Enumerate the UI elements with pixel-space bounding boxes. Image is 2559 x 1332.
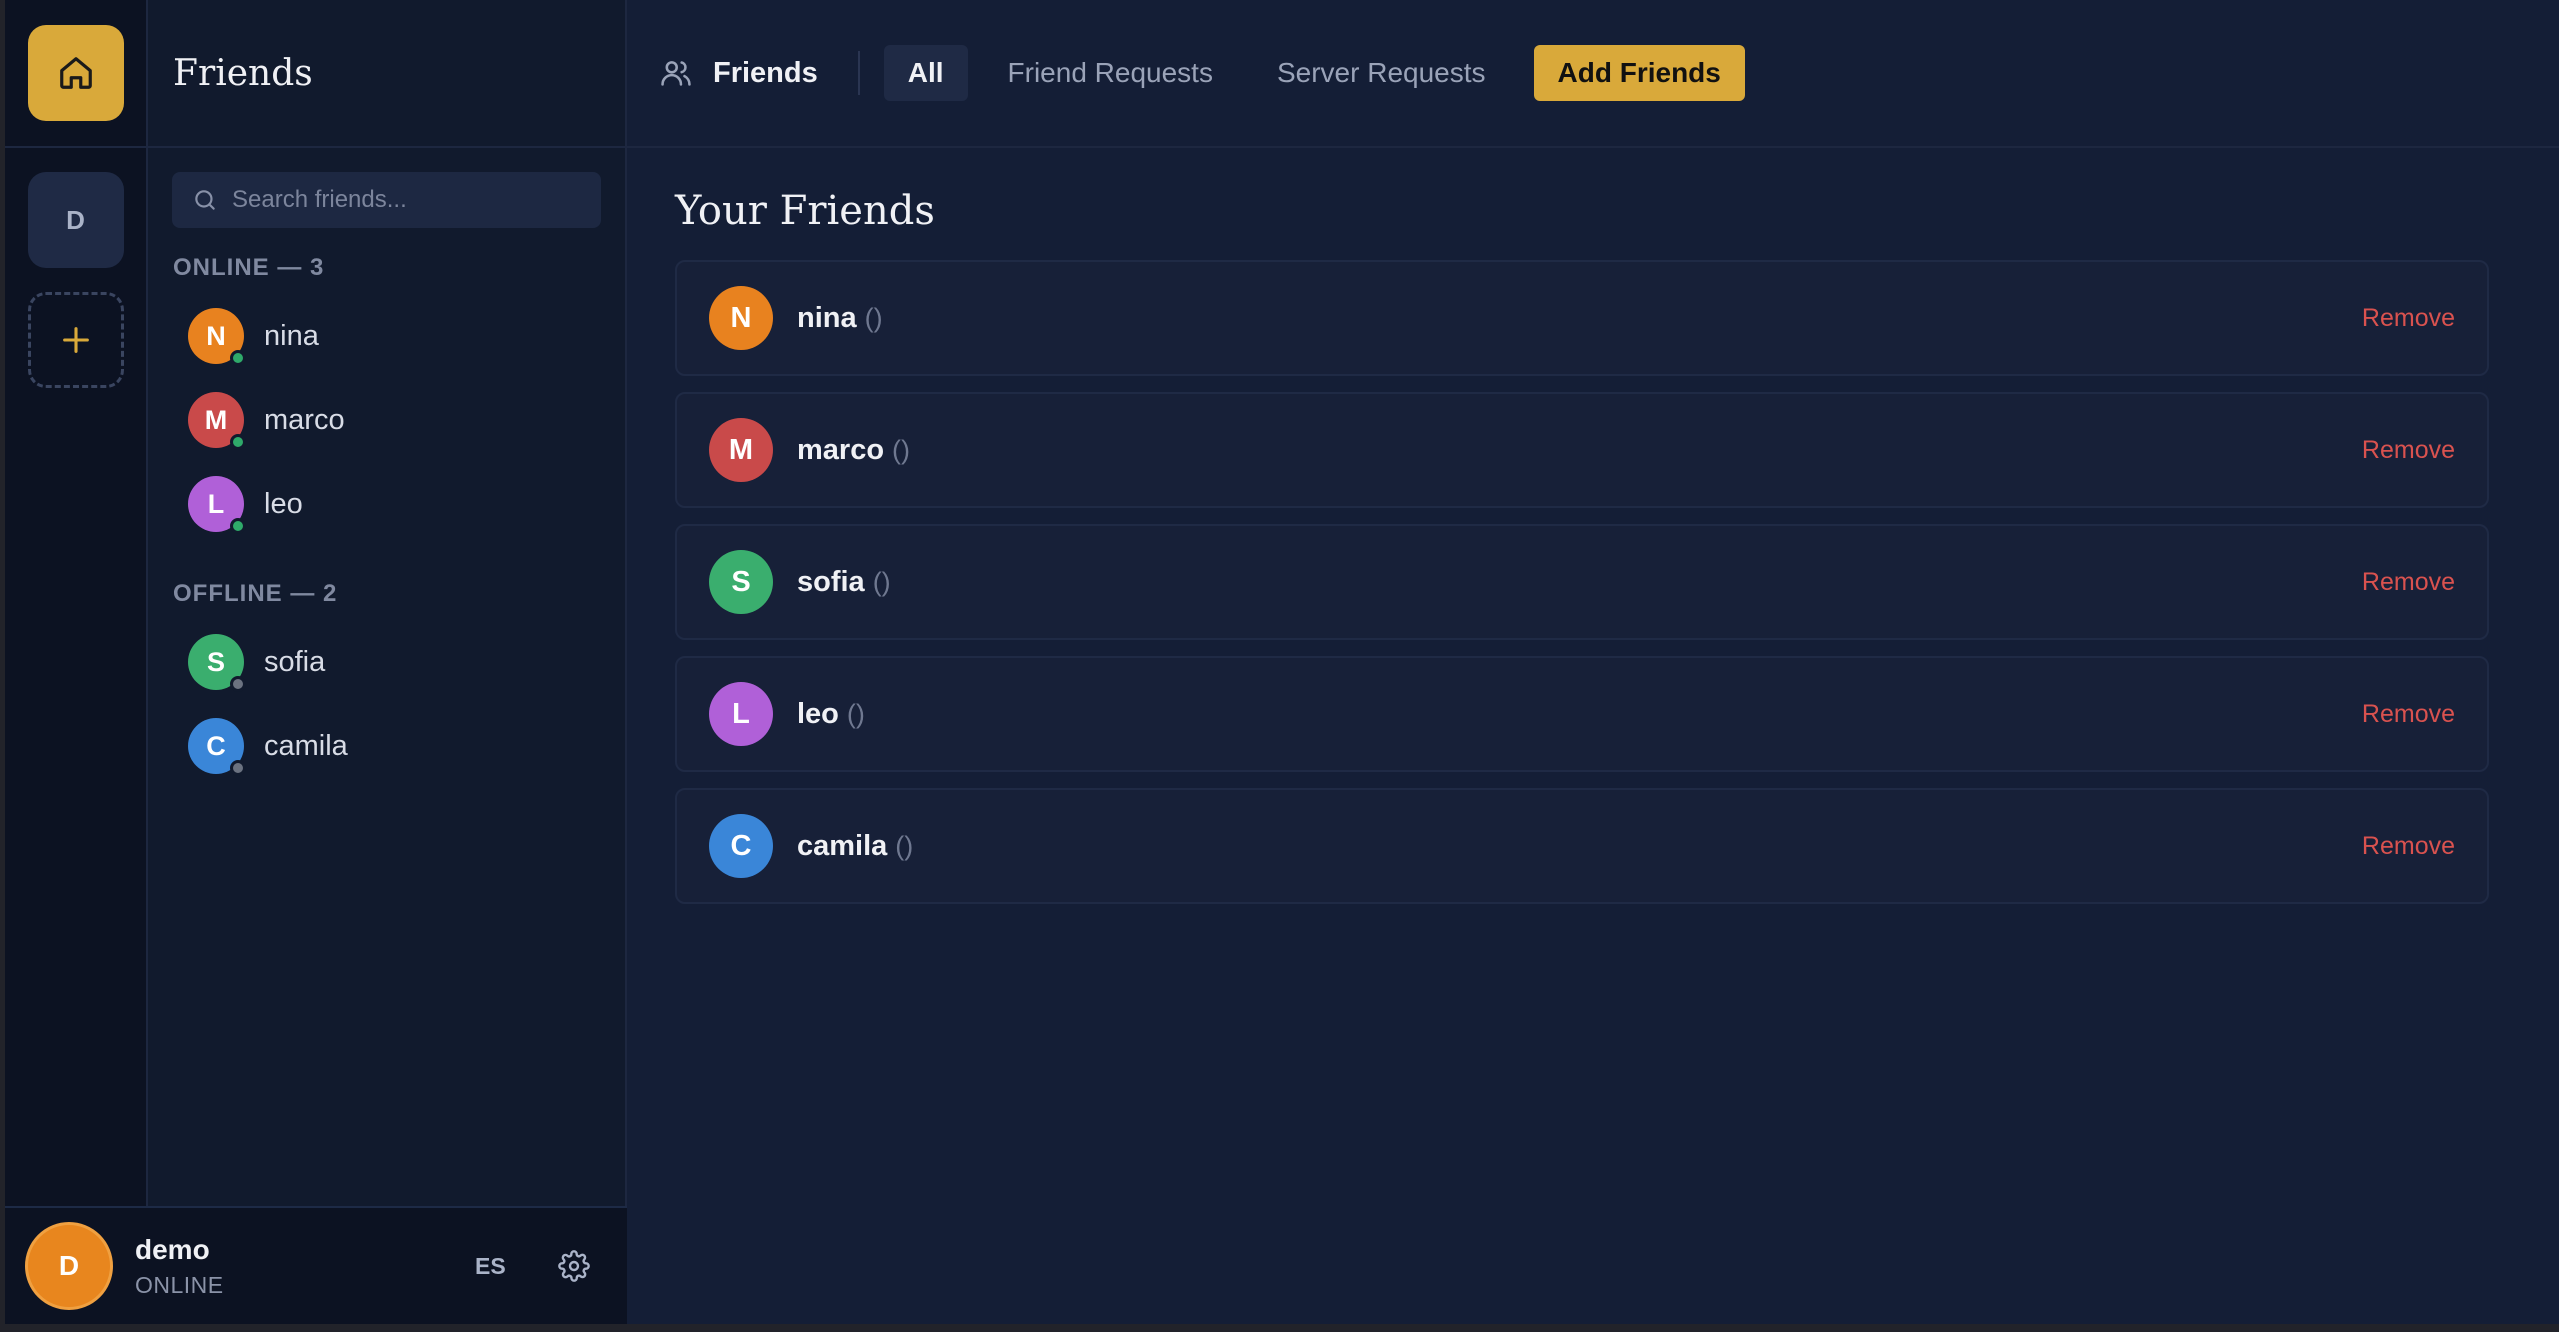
friends-content: Your Friends N nina () Remove M marco ()… — [627, 148, 2559, 904]
remove-friend-button[interactable]: Remove — [2362, 832, 2455, 861]
friend-name: sofia — [264, 645, 326, 678]
sidebar-friend-leo[interactable]: L leo — [148, 462, 625, 546]
avatar: C — [188, 718, 246, 776]
online-status-dot — [230, 434, 246, 450]
server-initial: D — [66, 204, 85, 235]
friend-tag: () — [892, 434, 911, 465]
avatar-initial: N — [730, 301, 752, 334]
avatar: S — [188, 634, 246, 692]
search-input[interactable] — [232, 186, 592, 214]
offline-status-dot — [230, 760, 246, 776]
friend-name: marco — [797, 433, 885, 466]
avatar: N — [709, 286, 773, 350]
avatar: N — [188, 308, 246, 366]
sidebar-friend-camila[interactable]: C camila — [148, 704, 625, 788]
friends-sidebar: Friends ONLINE — 3 N nina M ma — [5, 0, 627, 1324]
sidebar-friend-marco[interactable]: M marco — [148, 378, 625, 462]
friend-tag: () — [864, 302, 883, 333]
friend-name: leo — [797, 697, 839, 730]
friend-name: sofia — [797, 565, 865, 598]
sidebar-header: Friends — [148, 0, 625, 148]
tab-friend-requests[interactable]: Friend Requests — [984, 45, 1237, 101]
language-button[interactable]: ES — [475, 1253, 506, 1280]
app-window: D Friends ONLINE — 3 N nina — [5, 0, 2559, 1324]
remove-friend-button[interactable]: Remove — [2362, 700, 2455, 729]
user-avatar-initial: D — [58, 1250, 80, 1281]
avatar: M — [188, 392, 246, 450]
avatar-initial: C — [206, 730, 226, 761]
friend-name: nina — [264, 319, 319, 352]
avatar-initial: M — [728, 433, 754, 466]
gear-icon — [558, 1250, 590, 1282]
avatar-initial: L — [732, 697, 750, 730]
offline-section-label: OFFLINE — 2 — [173, 580, 338, 607]
avatar: S — [709, 550, 773, 614]
friend-name: marco — [264, 403, 345, 436]
avatar: M — [709, 418, 773, 482]
friends-icon — [661, 61, 691, 86]
avatar-initial: S — [731, 565, 751, 598]
user-name: demo — [135, 1233, 210, 1265]
friend-name: nina — [797, 301, 857, 334]
friend-card-camila: C camila () Remove — [675, 788, 2489, 904]
home-icon — [59, 57, 92, 89]
plus-icon — [62, 327, 89, 353]
online-friend-list: N nina M marco L leo — [148, 294, 625, 546]
top-bar: Friends All Friend Requests Server Reque… — [627, 0, 2559, 148]
friend-name: leo — [264, 487, 303, 520]
user-avatar[interactable]: D — [25, 1222, 113, 1310]
avatar-initial: L — [207, 488, 225, 519]
user-status: ONLINE — [135, 1271, 224, 1298]
online-status-dot — [230, 350, 246, 366]
friend-card-sofia: S sofia () Remove — [675, 524, 2489, 640]
settings-button[interactable] — [558, 1250, 590, 1282]
rail-header — [5, 0, 146, 148]
server-button[interactable]: D — [27, 172, 124, 268]
section-title: Your Friends — [675, 188, 935, 234]
offline-friend-list: S sofia C camila — [148, 620, 625, 788]
sidebar-friend-nina[interactable]: N nina — [148, 294, 625, 378]
sidebar-friend-sofia[interactable]: S sofia — [148, 620, 625, 704]
friend-name: camila — [264, 729, 348, 762]
offline-status-dot — [230, 676, 246, 692]
friend-card-nina: N nina () Remove — [675, 260, 2489, 376]
online-status-dot — [230, 518, 246, 534]
tab-server-requests[interactable]: Server Requests — [1253, 45, 1510, 101]
main-content: Friends All Friend Requests Server Reque… — [627, 0, 2559, 1324]
online-section-label: ONLINE — 3 — [173, 254, 325, 281]
tab-all[interactable]: All — [883, 45, 968, 101]
avatar: C — [709, 814, 773, 878]
add-server-button[interactable] — [27, 292, 124, 388]
search-box — [172, 172, 601, 228]
friend-card-marco: M marco () Remove — [675, 392, 2489, 508]
friend-tag: () — [895, 830, 914, 861]
sidebar-title: Friends — [173, 52, 313, 94]
home-button[interactable] — [27, 25, 124, 121]
avatar-initial: N — [206, 320, 226, 351]
avatar-initial: S — [206, 646, 225, 677]
avatar-initial: M — [204, 404, 228, 435]
user-info: demo ONLINE — [135, 1234, 224, 1299]
remove-friend-button[interactable]: Remove — [2362, 304, 2455, 333]
friend-card-leo: L leo () Remove — [675, 656, 2489, 772]
avatar-initial: C — [730, 829, 752, 862]
search-icon — [195, 190, 215, 210]
add-friends-button[interactable]: Add Friends — [1533, 45, 1745, 101]
avatar: L — [709, 682, 773, 746]
remove-friend-button[interactable]: Remove — [2362, 436, 2455, 465]
user-panel: D demo ONLINE ES — [5, 1206, 627, 1324]
friend-tag: () — [846, 698, 865, 729]
friend-tag: () — [872, 566, 891, 597]
server-rail: D — [5, 0, 148, 1324]
divider — [857, 51, 860, 95]
remove-friend-button[interactable]: Remove — [2362, 568, 2455, 597]
page-title: Friends — [713, 56, 818, 89]
avatar: L — [188, 476, 246, 534]
friend-name: camila — [797, 829, 888, 862]
